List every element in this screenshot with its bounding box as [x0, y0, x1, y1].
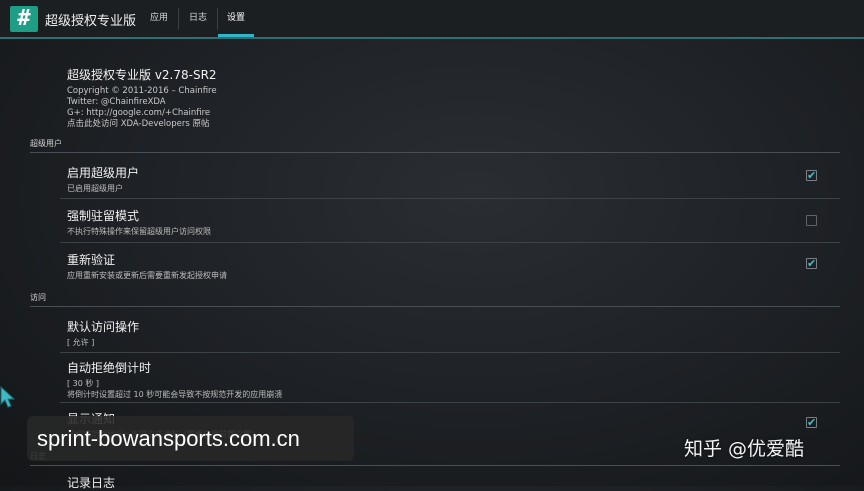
watermark-banner: sprint-bowansports.com.cn [27, 416, 354, 461]
pref-title: 强制驻留模式 [67, 209, 140, 223]
gplus-text: G+: http://google.com/+Chainfire [67, 108, 211, 118]
pref-title: 启用超级用户 [67, 166, 140, 180]
pref-logging[interactable]: 记录日志 [67, 474, 827, 491]
pref-summary: [ 30 秒 ] [67, 379, 100, 388]
pref-enable-su[interactable]: 启用超级用户 已启用超级用户 [67, 164, 827, 194]
pref-summary: [ 允许 ] [67, 338, 95, 347]
pref-title: 自动拒绝倒计时 [67, 361, 152, 375]
divider [60, 242, 840, 243]
hash-icon[interactable]: # [10, 6, 38, 32]
tab-apps[interactable]: 应用 [140, 0, 178, 37]
tab-log-label: 日志 [188, 13, 207, 23]
pref-title: 默认访问操作 [67, 320, 140, 334]
divider [60, 198, 840, 199]
about-block[interactable]: 超级授权专业版 v2.78-SR2 Copyright © 2011-2016 … [67, 66, 217, 130]
pref-summary: 不执行特殊操作来保留超级用户访问权限 [67, 227, 211, 236]
tab-settings[interactable]: 设置 [218, 0, 254, 37]
tab-log[interactable]: 日志 [179, 0, 217, 37]
action-bar: # 超级授权专业版 应用 日志 设置 [0, 0, 864, 39]
divider [60, 352, 840, 353]
copyright-text: Copyright © 2011-2016 – Chainfire [67, 86, 217, 96]
pref-summary: 应用重新安装或更新后需要重新发起授权申请 [67, 271, 227, 280]
zhihu-watermark: 知乎 @优爱酷 [684, 438, 805, 460]
pref-summary-warning: 将倒计时设置超过 10 秒可能会导致不按规范开发的应用崩溃 [67, 390, 283, 399]
pref-reverify[interactable]: 重新验证 应用重新安装或更新后需要重新发起授权申请 [67, 251, 827, 281]
notify-checkbox[interactable]: ✔ [806, 417, 817, 428]
reverify-checkbox[interactable]: ✔ [806, 258, 817, 269]
force-mount-checkbox[interactable] [806, 215, 817, 226]
pref-summary: 已启用超级用户 [67, 184, 123, 193]
pref-auto-deny[interactable]: 自动拒绝倒计时 [ 30 秒 ] 将倒计时设置超过 10 秒可能会导致不按规范开… [67, 359, 827, 400]
tab-settings-label: 设置 [226, 13, 245, 23]
divider [60, 402, 840, 403]
pref-title: 记录日志 [67, 476, 116, 490]
section-access: 访问 [30, 292, 840, 307]
twitter-text: Twitter: @ChainfireXDA [67, 97, 166, 107]
section-superuser: 超级用户 [30, 138, 840, 153]
pref-default-access[interactable]: 默认访问操作 [ 允许 ] [67, 318, 827, 348]
app-version: 超级授权专业版 v2.78-SR2 [67, 68, 217, 82]
xda-link[interactable]: 点击此处访问 XDA-Developers 原帖 [67, 119, 217, 130]
mouse-cursor-icon [0, 386, 16, 408]
app-title: 超级授权专业版 [45, 14, 137, 29]
pref-force-mount[interactable]: 强制驻留模式 不执行特殊操作来保留超级用户访问权限 [67, 207, 827, 237]
enable-su-checkbox[interactable]: ✔ [806, 170, 817, 181]
tab-apps-label: 应用 [149, 13, 168, 23]
pref-title: 重新验证 [67, 253, 116, 267]
